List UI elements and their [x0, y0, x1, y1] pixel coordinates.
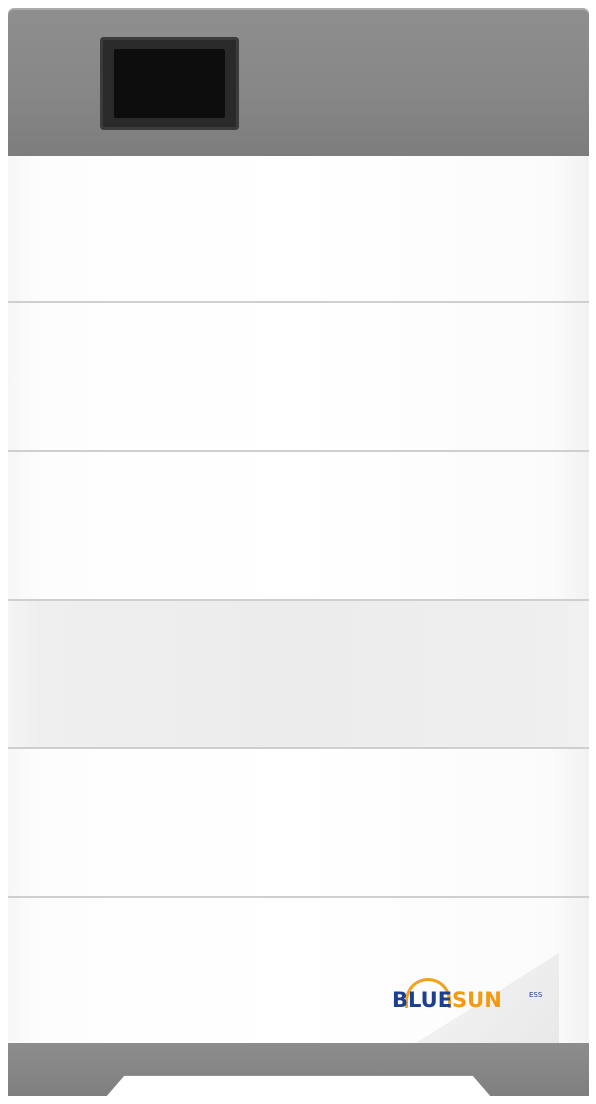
- battery-module: [8, 601, 589, 749]
- stacked-battery-unit: [8, 8, 589, 1096]
- display-bezel: [100, 37, 239, 130]
- battery-module: [8, 156, 589, 303]
- battery-base: [8, 1043, 589, 1096]
- product-photo: BLUESUN ESS: [0, 0, 596, 1104]
- battery-module: [8, 898, 589, 1043]
- battery-module: [8, 303, 589, 452]
- brand-logo-text: BLUESUN: [392, 988, 502, 1012]
- battery-module: [8, 452, 589, 601]
- brand-logo-suffix: SUN: [452, 988, 502, 1012]
- battery-module: [8, 749, 589, 898]
- brand-logo-prefix: BLUE: [392, 988, 453, 1012]
- brand-logo-tag: ESS: [529, 991, 543, 999]
- control-cap: [8, 8, 589, 156]
- display-screen: [114, 49, 225, 118]
- brand-logo: BLUESUN ESS: [392, 974, 542, 1014]
